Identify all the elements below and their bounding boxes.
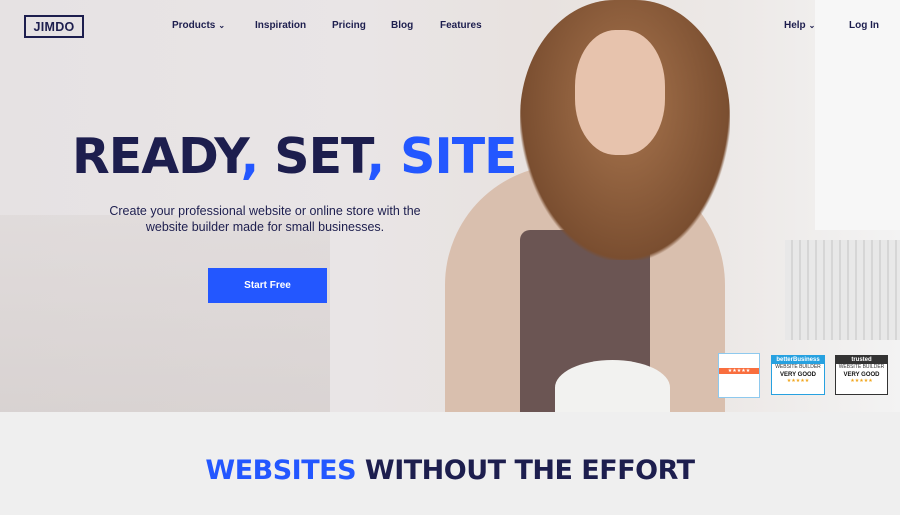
top-nav: JIMDO Products ⌄ Inspiration Pricing Blog… xyxy=(0,0,900,54)
start-free-button[interactable]: Start Free xyxy=(208,268,327,303)
badge-header: betterBusiness xyxy=(772,356,824,364)
hero-section: JIMDO Products ⌄ Inspiration Pricing Blog… xyxy=(0,0,900,412)
review-badge[interactable]: ★★★★★ xyxy=(718,353,760,398)
badge-stars: ★★★★★ xyxy=(786,378,810,384)
badge-stars: ★★★★★ xyxy=(850,378,873,384)
nav-help[interactable]: Help ⌄ xyxy=(784,20,815,31)
nav-pricing[interactable]: Pricing xyxy=(332,20,366,31)
title-ready: READY xyxy=(72,128,242,185)
badge-header: trusted xyxy=(836,356,887,364)
section-title-highlight: WEBSITES xyxy=(205,455,357,486)
hero-photo-table xyxy=(0,215,330,412)
nav-blog[interactable]: Blog xyxy=(391,20,413,31)
hero-title: READY, SET, SITE xyxy=(72,128,518,185)
chevron-down-icon: ⌄ xyxy=(218,21,226,30)
nav-inspiration[interactable]: Inspiration xyxy=(255,20,306,31)
hero-photo-radiator xyxy=(785,240,900,340)
nav-products-label: Products xyxy=(172,20,216,31)
chevron-down-icon: ⌄ xyxy=(808,21,816,30)
hero-subtitle: Create your professional website or onli… xyxy=(109,204,421,234)
nav-features[interactable]: Features xyxy=(440,20,482,31)
title-set: SET xyxy=(258,128,367,185)
section-title: WEBSITES WITHOUT THE EFFORT xyxy=(0,455,900,486)
hero-photo-pot xyxy=(555,360,670,412)
badge-stars: ★★★★★ xyxy=(719,368,759,374)
badge-category: WEBSITE BUILDER xyxy=(775,364,821,370)
title-comma: , xyxy=(366,128,386,185)
section-title-rest: WITHOUT THE EFFORT xyxy=(356,455,695,486)
nav-help-label: Help xyxy=(784,20,806,31)
badge-category: WEBSITE BUILDER xyxy=(838,364,885,370)
title-site: SITE xyxy=(384,128,517,185)
title-comma: , xyxy=(240,128,260,185)
nav-products[interactable]: Products ⌄ xyxy=(172,20,225,31)
nav-login[interactable]: Log In xyxy=(849,20,879,31)
jimdo-logo[interactable]: JIMDO xyxy=(24,15,84,38)
betterbusiness-badge[interactable]: betterBusiness WEBSITE BUILDER VERY GOOD… xyxy=(771,355,825,395)
trusted-badge[interactable]: trusted WEBSITE BUILDER VERY GOOD ★★★★★ xyxy=(835,355,888,395)
